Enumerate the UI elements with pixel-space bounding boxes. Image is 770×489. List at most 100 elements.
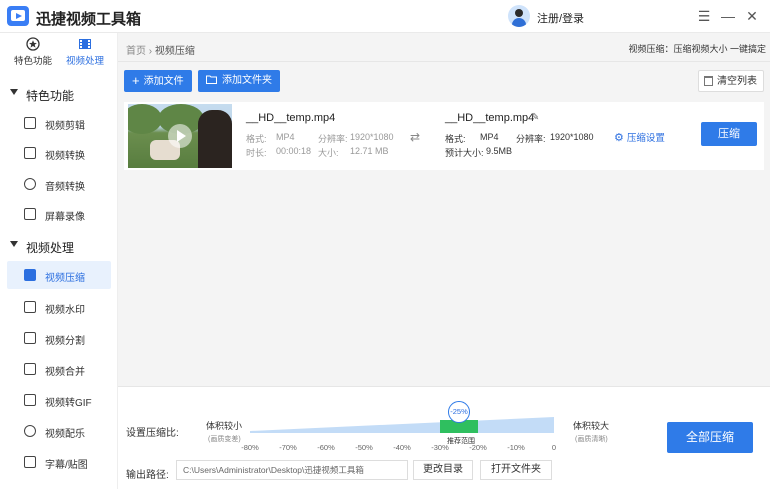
open-folder-button[interactable]: 打开文件夹 [480, 460, 552, 480]
source-duration-label: 时长: [246, 148, 267, 158]
subtitle-icon [24, 456, 36, 468]
caret-down-icon [10, 241, 18, 247]
user-avatar[interactable] [508, 5, 530, 27]
section-video-processing-label: 视频处理 [26, 241, 75, 255]
sidebar-item-subtitle-sticker[interactable]: 字幕/贴图 [7, 448, 111, 476]
tab-video-processing[interactable]: 视频处理 [60, 37, 110, 67]
sidebar-item-screen-record[interactable]: 屏幕录像 [7, 200, 111, 228]
section-featured-label: 特色功能 [26, 89, 75, 103]
sidebar-item-video-to-gif[interactable]: 视频转GIF [7, 386, 111, 414]
tab-featured-label: 特色功能 [13, 56, 52, 67]
sidebar-item-label: 音频转换 [45, 182, 85, 193]
sidebar-item-label: 视频压缩 [45, 273, 85, 284]
convert-arrow-icon: ⇄ [410, 130, 421, 144]
minimize-icon[interactable]: — [718, 6, 738, 26]
add-file-label: 添加文件 [143, 76, 184, 87]
login-link[interactable]: 注册/登录 [537, 10, 584, 26]
output-estimate-label: 预计大小: [445, 148, 484, 158]
sidebar-item-video-convert[interactable]: 视频转换 [7, 139, 111, 167]
source-file-name: __HD__temp.mp4 [246, 112, 336, 124]
video-edit-icon [24, 117, 36, 129]
slider-handle[interactable]: -25% [448, 401, 470, 423]
video-convert-icon [24, 147, 36, 159]
music-icon [24, 425, 36, 437]
slider-tick-label: -50% [355, 443, 373, 452]
slider-tick-label: 0 [551, 443, 557, 452]
slider-tick-label: -70% [279, 443, 297, 452]
output-file-name: __HD__temp.mp4 [445, 112, 535, 124]
video-compress-icon [24, 269, 36, 281]
clear-list-label: 清空列表 [717, 76, 757, 87]
film-icon [79, 39, 91, 49]
sidebar-item-video-merge[interactable]: 视频合并 [7, 355, 111, 383]
sidebar-top-tabs: 特色功能 视频处理 [0, 33, 118, 73]
add-folder-button[interactable]: 添加文件夹 [198, 70, 280, 92]
larger-size-label: 体积较大 [573, 421, 610, 431]
sidebar-item-video-split[interactable]: 视频分割 [7, 324, 111, 352]
output-estimate: 9.5MB [486, 146, 513, 156]
screen-record-icon [24, 208, 36, 220]
sidebar: 特色功能 视频处理 特色功能 视频剪辑 视频转换 音频转换 屏幕录像 视频处理 … [0, 33, 118, 489]
folder-icon [206, 75, 217, 84]
breadcrumb-current: 视频压缩 [154, 46, 195, 57]
sidebar-item-video-watermark[interactable]: 视频水印 [7, 293, 111, 321]
compress-button[interactable]: 压缩 [701, 122, 757, 146]
slider-tick-label: -20% [469, 443, 487, 452]
file-list: __HD__temp.mp4 格式: MP4 分辨率: 1920*1080 时长… [118, 102, 770, 386]
sidebar-item-label: 视频配乐 [45, 429, 85, 440]
sidebar-item-video-music[interactable]: 视频配乐 [7, 417, 111, 445]
output-resolution: 1920*1080 [550, 132, 594, 142]
compress-all-button[interactable]: 全部压缩 [667, 422, 753, 453]
sidebar-item-label: 字幕/贴图 [45, 460, 88, 471]
breadcrumb-bar: 首页 › 视频压缩 视频压缩：压缩视频大小 一键搞定 [118, 33, 770, 62]
compress-settings-link[interactable]: ⚙ 压缩设置 [614, 130, 665, 144]
slider-tick-label: -80% [241, 443, 259, 452]
video-thumbnail[interactable] [128, 104, 232, 168]
sidebar-item-audio-convert[interactable]: 音频转换 [7, 170, 111, 198]
smaller-size-label: 体积较小 [206, 421, 243, 431]
compression-slider[interactable] [250, 417, 554, 433]
edit-name-icon[interactable]: ✎ [531, 112, 539, 123]
source-size: 12.71 MB [350, 146, 389, 156]
sidebar-item-video-compress[interactable]: 视频压缩 [7, 261, 111, 289]
title-bar: 迅捷视频工具箱 注册/登录 ☰ — ✕ [0, 0, 770, 33]
output-path-field[interactable]: C:\Users\Administrator\Desktop\迅捷视频工具箱 [176, 460, 408, 480]
clear-list-button[interactable]: 清空列表 [698, 70, 764, 92]
caret-down-icon [10, 89, 18, 95]
source-resolution: 1920*1080 [350, 132, 394, 142]
source-format-label: 格式: [246, 134, 267, 144]
smaller-size-sub: (画质变差) [208, 436, 241, 443]
section-video-processing[interactable]: 视频处理 [0, 233, 118, 259]
change-directory-button[interactable]: 更改目录 [413, 460, 473, 480]
sidebar-item-video-edit[interactable]: 视频剪辑 [7, 109, 111, 137]
plus-icon: + [132, 73, 140, 88]
source-size-label: 大小: [318, 148, 339, 158]
menu-icon[interactable]: ☰ [694, 6, 714, 26]
slider-ticks: -80% -70% -60% -50% -40% -30% -20% -10% 0 [241, 443, 560, 455]
compression-panel: 设置压缩比: 体积较小 (画质变差) 推荐范围 -25% -80% -70% -60… [118, 386, 770, 489]
star-icon [26, 37, 40, 51]
add-file-button[interactable]: + 添加文件 [124, 70, 192, 92]
source-resolution-label: 分辨率: [318, 134, 348, 144]
close-icon[interactable]: ✕ [742, 6, 762, 26]
breadcrumb-home[interactable]: 首页 [126, 46, 146, 57]
list-item: __HD__temp.mp4 格式: MP4 分辨率: 1920*1080 时长… [124, 102, 764, 170]
section-featured[interactable]: 特色功能 [0, 81, 118, 107]
gear-icon: ⚙ [614, 132, 624, 144]
slider-tick-label: -30% [431, 443, 449, 452]
larger-size-sub: (画质清晰) [575, 436, 608, 443]
app-logo-icon [7, 6, 29, 26]
add-folder-label: 添加文件夹 [222, 75, 272, 86]
compression-ratio-label: 设置压缩比: [126, 428, 179, 439]
output-path-label: 输出路径: [126, 470, 169, 481]
sidebar-item-label: 视频转换 [45, 151, 85, 162]
app-title: 迅捷视频工具箱 [36, 11, 142, 28]
tab-featured[interactable]: 特色功能 [8, 37, 58, 67]
sidebar-item-label: 视频合并 [45, 367, 85, 378]
video-split-icon [24, 332, 36, 344]
slider-tick-label: -40% [393, 443, 411, 452]
page-hint: 视频压缩：压缩视频大小 一键搞定 [628, 44, 766, 54]
play-icon[interactable] [168, 124, 192, 148]
thumbnail-tree [128, 104, 162, 134]
compress-settings-label: 压缩设置 [626, 133, 665, 144]
